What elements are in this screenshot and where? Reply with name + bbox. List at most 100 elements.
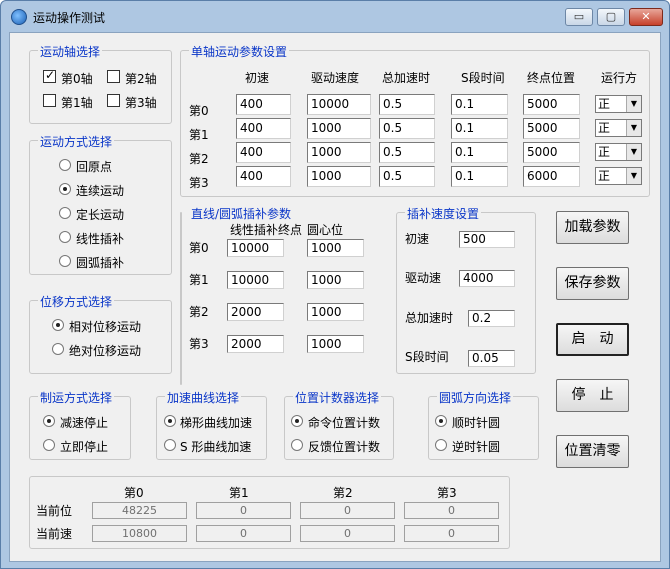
feedback-pos-radio[interactable]	[291, 439, 303, 451]
absolute-radio[interactable]	[52, 343, 64, 355]
ip0-arc-center[interactable]: 1000	[307, 239, 364, 257]
sa0-end-pos[interactable]: 5000	[523, 94, 580, 115]
ip3-line-end[interactable]: 2000	[227, 335, 284, 353]
row-label: 第3	[189, 337, 209, 351]
sa1-drive-speed[interactable]: 1000	[307, 118, 371, 139]
arc-interp-radio[interactable]	[59, 255, 71, 267]
relative-radio[interactable]	[52, 319, 64, 331]
displacement-mode-group: 位移方式选择	[29, 293, 172, 374]
chevron-down-icon[interactable]: ▼	[626, 144, 641, 160]
maximize-button[interactable]: ▢	[597, 8, 625, 26]
chevron-down-icon[interactable]: ▼	[626, 168, 641, 184]
chevron-down-icon[interactable]: ▼	[626, 120, 641, 136]
row-label: 第1	[189, 273, 209, 287]
chevron-down-icon[interactable]: ▼	[626, 96, 641, 112]
group-legend: 单轴运动参数设置	[189, 43, 290, 60]
current-pos-2: 0	[300, 502, 395, 519]
save-params-button[interactable]: 保存参数	[556, 267, 629, 300]
current-pos-0: 48225	[92, 502, 187, 519]
interp-init-speed[interactable]: 500	[459, 231, 515, 248]
sa0-accel-time[interactable]: 0.5	[379, 94, 435, 115]
sa0-drive-speed[interactable]: 10000	[307, 94, 371, 115]
group-legend: 位置计数器选择	[293, 389, 382, 406]
group-legend: 运动方式选择	[38, 133, 115, 150]
close-button[interactable]: ✕	[629, 8, 663, 26]
row-label: 第2	[189, 152, 209, 166]
fixed-length-radio[interactable]	[59, 207, 71, 219]
sa3-drive-speed[interactable]: 1000	[307, 166, 371, 187]
clockwise-radio[interactable]	[435, 415, 447, 427]
command-pos-radio[interactable]	[291, 415, 303, 427]
command-pos-label: 命令位置计数	[308, 416, 381, 430]
decel-stop-radio[interactable]	[43, 415, 55, 427]
field-label: 初速	[405, 232, 430, 246]
group-legend: 位移方式选择	[38, 293, 115, 310]
sa3-accel-time[interactable]: 0.5	[379, 166, 435, 187]
linear-interp-label: 线性插补	[76, 232, 125, 246]
title-bar[interactable]: 运动操作测试 ▭ ▢ ✕	[1, 1, 669, 31]
window-title: 运动操作测试	[33, 11, 106, 25]
load-params-button[interactable]: 加载参数	[556, 211, 629, 244]
s-curve-radio[interactable]	[164, 439, 176, 451]
current-speed-2: 0	[300, 525, 395, 542]
sa2-s-time[interactable]: 0.1	[451, 142, 508, 163]
clear-position-button[interactable]: 位置清零	[556, 435, 629, 468]
sa2-drive-speed[interactable]: 1000	[307, 142, 371, 163]
sa0-s-time[interactable]: 0.1	[451, 94, 508, 115]
status-col-header: 第1	[229, 486, 249, 500]
sa3-end-pos[interactable]: 6000	[523, 166, 580, 187]
clockwise-label: 顺时针圆	[452, 416, 501, 430]
start-button[interactable]: 启 动	[556, 323, 629, 356]
sa1-end-pos[interactable]: 5000	[523, 118, 580, 139]
axis2-checkbox[interactable]	[107, 70, 120, 83]
col-header: 驱动速度	[311, 71, 360, 85]
ip1-arc-center[interactable]: 1000	[307, 271, 364, 289]
sa2-init-speed[interactable]: 400	[236, 142, 291, 163]
linear-interp-radio[interactable]	[59, 231, 71, 243]
app-window: 运动操作测试 ▭ ▢ ✕ 运动轴选择 第0轴 第2轴 第1轴 第3轴 运动方式选…	[0, 0, 670, 569]
group-legend: 运动轴选择	[38, 43, 103, 60]
ip2-arc-center[interactable]: 1000	[307, 303, 364, 321]
current-pos-label: 当前位	[36, 504, 73, 518]
sa3-init-speed[interactable]: 400	[236, 166, 291, 187]
sa0-dir-select[interactable]: 正 ▼	[595, 95, 642, 113]
sa2-accel-time[interactable]: 0.5	[379, 142, 435, 163]
trapezoid-radio[interactable]	[164, 415, 176, 427]
interp-accel-time[interactable]: 0.2	[468, 310, 515, 327]
interp-s-time[interactable]: 0.05	[468, 350, 515, 367]
col-header: 运行方	[601, 71, 638, 85]
sa0-init-speed[interactable]: 400	[236, 94, 291, 115]
ip2-line-end[interactable]: 2000	[227, 303, 284, 321]
group-legend: 圆弧方向选择	[437, 389, 514, 406]
current-speed-3: 0	[404, 525, 499, 542]
sa3-dir-select[interactable]: 正 ▼	[595, 167, 642, 185]
counterclockwise-radio[interactable]	[435, 439, 447, 451]
row-label: 第0	[189, 241, 209, 255]
col-header: 圆心位	[307, 223, 344, 237]
minimize-button[interactable]: ▭	[565, 8, 593, 26]
sa1-s-time[interactable]: 0.1	[451, 118, 508, 139]
sa2-dir-select[interactable]: 正 ▼	[595, 143, 642, 161]
instant-stop-label: 立即停止	[60, 440, 109, 454]
axis3-checkbox[interactable]	[107, 94, 120, 107]
home-radio[interactable]	[59, 159, 71, 171]
sa1-dir-select[interactable]: 正 ▼	[595, 119, 642, 137]
field-label: S段时间	[405, 350, 449, 364]
sa1-init-speed[interactable]: 400	[236, 118, 291, 139]
ip1-line-end[interactable]: 10000	[227, 271, 284, 289]
axis0-checkbox[interactable]	[43, 68, 56, 83]
continuous-radio[interactable]	[59, 183, 71, 195]
ip3-arc-center[interactable]: 1000	[307, 335, 364, 353]
stop-button[interactable]: 停 止	[556, 379, 629, 412]
axis1-checkbox[interactable]	[43, 94, 56, 107]
s-curve-label: S 形曲线加速	[180, 440, 252, 454]
sa2-end-pos[interactable]: 5000	[523, 142, 580, 163]
sa3-s-time[interactable]: 0.1	[451, 166, 508, 187]
ip0-line-end[interactable]: 10000	[227, 239, 284, 257]
current-pos-3: 0	[404, 502, 499, 519]
instant-stop-radio[interactable]	[43, 439, 55, 451]
interp-drive-speed[interactable]: 4000	[459, 270, 515, 287]
counterclockwise-label: 逆时针圆	[452, 440, 501, 454]
col-header: 总加速时	[382, 71, 431, 85]
sa1-accel-time[interactable]: 0.5	[379, 118, 435, 139]
